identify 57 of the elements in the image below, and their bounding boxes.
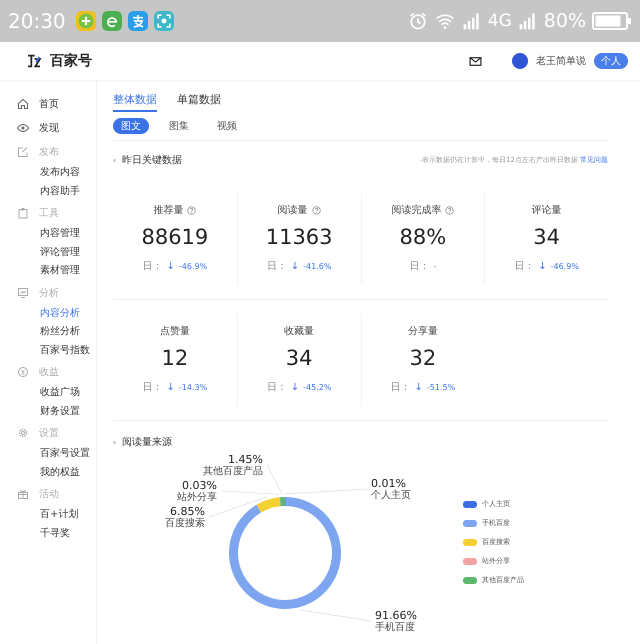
- network-type: 4G: [488, 11, 512, 31]
- metric-value: 32: [410, 346, 436, 370]
- change-value: -41.6%: [303, 262, 332, 270]
- slice-label: 百度搜索: [165, 518, 205, 529]
- sidebar-section-header: 发布: [0, 140, 96, 164]
- data-label: 1.45%: [228, 453, 263, 466]
- change-prefix: 日：: [142, 381, 163, 394]
- sidebar-section-header: 活动: [0, 482, 96, 506]
- trend-arrow: ↓: [538, 260, 547, 272]
- change-prefix: 日：: [266, 381, 287, 394]
- data-label: 0.03%: [182, 479, 217, 492]
- change-prefix: 日：: [142, 260, 163, 273]
- metric-label: 阅读量: [278, 204, 308, 217]
- slice-label: 手机百度: [375, 622, 415, 633]
- trend-arrow: ↓: [166, 382, 175, 392]
- metric-value: 34: [533, 225, 560, 249]
- section-title: 阅读量来源: [122, 436, 172, 449]
- trend-arrow: ↓: [166, 260, 175, 272]
- change-prefix: 日：: [390, 381, 411, 394]
- metric-value: 88619: [141, 225, 208, 249]
- change-prefix: 日：: [266, 260, 287, 273]
- change-value: -46.9%: [550, 262, 579, 270]
- account-type-badge: 个人: [594, 53, 628, 69]
- change-value: -46.9%: [178, 262, 208, 270]
- sidebar-section-header: 收益: [0, 360, 96, 384]
- metric-label: 阅读完成率: [391, 204, 442, 217]
- trend-arrow: ↓: [290, 382, 300, 392]
- data-label: 0.01%: [371, 477, 406, 490]
- trend-arrow: ↓: [290, 260, 300, 272]
- change-value: -45.2%: [303, 382, 332, 392]
- data-label: 91.66%: [375, 609, 417, 622]
- metric-label: 评论量: [532, 204, 562, 217]
- change-prefix: 日：: [409, 260, 430, 273]
- battery-level: 80%: [544, 10, 586, 32]
- sidebar-section-header: 设置: [0, 421, 96, 445]
- metric-value: 12: [162, 346, 188, 370]
- sidebar-section-header: 分析: [0, 280, 96, 304]
- trend-arrow: ↓: [414, 382, 423, 392]
- data-label: 6.85%: [170, 505, 205, 518]
- change-value: -: [433, 262, 436, 270]
- metric-label: 推荐量: [153, 204, 184, 217]
- slice-label: 其他百度产品: [203, 466, 263, 477]
- logo-text: 百家号: [50, 52, 92, 70]
- metric-value: 34: [286, 346, 312, 370]
- metric-label: 点赞量: [160, 324, 190, 338]
- metric-label: 分享量: [408, 324, 438, 338]
- change-prefix: 日：: [514, 260, 534, 273]
- sidebar-section-header: 工具: [0, 201, 96, 225]
- clock-time: 20:30: [8, 9, 66, 33]
- slice-label: 站外分享: [177, 492, 217, 503]
- change-value: -51.5%: [426, 382, 456, 392]
- metric-value: 11363: [266, 225, 333, 249]
- slice-label: 个人主页: [371, 490, 411, 501]
- metric-value: 88%: [400, 225, 446, 249]
- change-value: -14.3%: [178, 382, 208, 392]
- section-title: 昨日关键数据: [122, 154, 182, 167]
- metric-label: 收藏量: [284, 324, 314, 338]
